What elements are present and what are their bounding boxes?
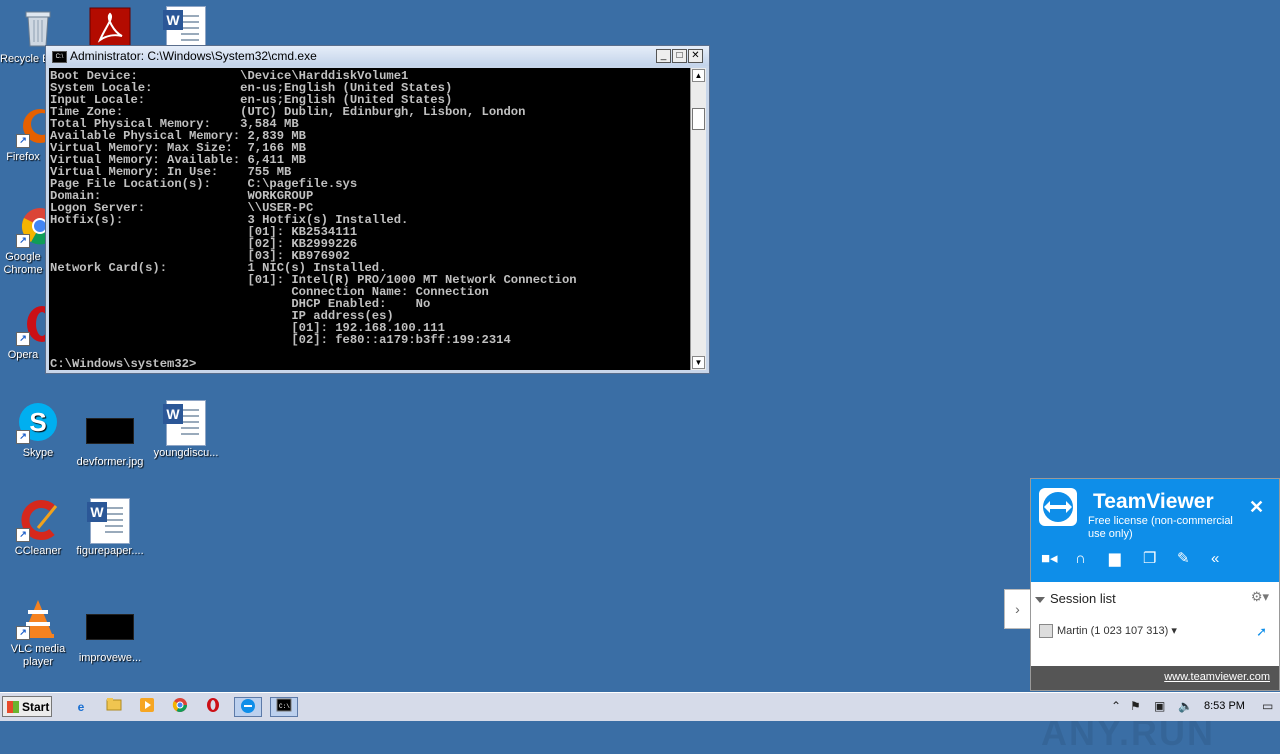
clock[interactable]: 8:53 PM (1204, 700, 1245, 712)
console-text: Boot Device: \Device\HarddiskVolume1 Sys… (50, 69, 577, 370)
recycle-bin-icon (16, 6, 60, 50)
cmd-window[interactable]: C:\ Administrator: C:\Windows\System32\c… (45, 45, 710, 374)
license-text: Free license (non-commercial use only) (1088, 515, 1233, 540)
desktop-icon-ccleaner[interactable]: ↗ CCleaner (0, 498, 76, 558)
cmd-taskbar-icon[interactable]: C:\ (270, 697, 298, 717)
window-title: Administrator: C:\Windows\System32\cmd.e… (70, 49, 317, 63)
chat-icon[interactable]: ▆ (1109, 549, 1143, 567)
console-output-area[interactable]: Boot Device: \Device\HarddiskVolume1 Sys… (49, 68, 690, 370)
desktop-icon-label: VLC media player (10, 643, 66, 668)
network-icon[interactable]: ▣ (1154, 699, 1165, 713)
vertical-scrollbar[interactable]: ▲ ▼ (690, 68, 706, 370)
shortcut-arrow-icon: ↗ (16, 528, 30, 542)
headset-icon[interactable]: ∩ (1075, 550, 1109, 567)
chevron-down-icon (1035, 597, 1045, 603)
files-icon[interactable]: ❐ (1143, 549, 1177, 567)
collapse-icon[interactable]: « (1211, 550, 1245, 567)
desktop-icon-label: youngdiscu... (153, 447, 219, 459)
desktop-icon-youngdiscu[interactable]: W youngdiscu... (148, 400, 224, 460)
teamviewer-logo-icon (1039, 488, 1077, 526)
scroll-up-icon[interactable]: ▲ (692, 69, 705, 82)
media-player-icon[interactable] (136, 697, 158, 717)
session-list: Session list ⚙▾ Martin (1 023 107 313) ▾… (1031, 582, 1279, 753)
action-center-flag-icon[interactable]: ⚑ (1130, 699, 1141, 713)
chevron-right-icon: › (1015, 601, 1020, 617)
shortcut-arrow-icon: ↗ (16, 234, 30, 248)
acrobat-icon (88, 6, 132, 50)
teamviewer-header: TeamViewer Free license (non-commercial … (1031, 479, 1279, 582)
session-list-header[interactable]: Session list (1035, 591, 1116, 606)
show-desktop-icon[interactable]: ▭ (1262, 699, 1273, 713)
desktop-icon-devformer[interactable]: devformer.jpg (72, 408, 148, 469)
maximize-button[interactable]: □ (672, 49, 687, 63)
svg-text:S: S (29, 407, 46, 437)
scrollbar-thumb[interactable] (692, 108, 705, 130)
desktop-icon-skype[interactable]: S ↗ Skype (0, 400, 76, 460)
skype-icon: S ↗ (16, 400, 60, 444)
chrome-taskbar-icon[interactable] (169, 697, 191, 717)
video-icon[interactable]: ■◂ (1041, 549, 1075, 567)
shortcut-arrow-icon: ↗ (16, 134, 30, 148)
start-label: Start (22, 700, 50, 714)
desktop-icon-vlc[interactable]: ↗ VLC media player (0, 596, 76, 669)
session-list-label: Session list (1050, 591, 1116, 606)
tray-expand-icon[interactable]: ⌃ (1111, 699, 1121, 713)
shortcut-arrow-icon: ↗ (16, 626, 30, 640)
desktop-icon-label: Skype (22, 447, 54, 459)
word-document-icon: W (87, 498, 132, 544)
close-icon[interactable]: ✕ (1249, 497, 1264, 518)
cmd-titlebar[interactable]: C:\ Administrator: C:\Windows\System32\c… (46, 46, 709, 66)
word-document-icon: W (163, 400, 208, 446)
desktop-icon-label: figurepaper.... (76, 545, 144, 557)
minimize-button[interactable]: _ (656, 49, 671, 63)
tools-icon[interactable]: ✎ (1177, 549, 1211, 567)
desktop-icon-label: CCleaner (14, 545, 62, 557)
ccleaner-icon: ↗ (16, 498, 60, 542)
desktop-icon-label: Firefox (6, 151, 40, 163)
desktop-icon-label: Opera (7, 349, 39, 361)
avatar (1039, 624, 1053, 639)
teamviewer-link[interactable]: www.teamviewer.com (1164, 671, 1270, 683)
session-name: Martin (1 023 107 313) (1057, 625, 1169, 637)
session-row[interactable]: Martin (1 023 107 313) ▾ (1039, 624, 1177, 639)
desktop-icon-label: Google Chrome (3, 251, 43, 276)
volume-icon[interactable]: 🔈 (1178, 699, 1193, 713)
svg-text:C:\: C:\ (279, 703, 290, 710)
image-thumbnail-icon (86, 614, 134, 640)
file-explorer-icon[interactable] (103, 697, 125, 717)
image-thumbnail-icon (86, 418, 134, 444)
desktop-icon-label: Recycle Bin (0, 53, 50, 65)
teamviewer-footer: www.teamviewer.com (1031, 666, 1279, 690)
desktop-icon-improvewe[interactable]: improvewe... (72, 604, 148, 665)
teamviewer-taskbar-icon[interactable] (234, 697, 262, 717)
taskbar: Start e C:\ ⌃ ⚑ ▣ 🔈 8:53 PM ▭ (0, 692, 1280, 721)
internet-explorer-icon[interactable]: e (70, 697, 92, 717)
opera-taskbar-icon[interactable] (202, 697, 224, 717)
gear-icon[interactable]: ⚙▾ (1251, 589, 1269, 605)
desktop-icon-figurepaper[interactable]: W figurepaper.... (72, 498, 148, 558)
word-document-icon: W (163, 6, 208, 52)
vlc-icon: ↗ (16, 596, 60, 640)
console-icon: C:\ (52, 51, 67, 63)
shortcut-arrow-icon: ↗ (16, 430, 30, 444)
close-button[interactable]: ✕ (688, 49, 703, 63)
teamviewer-brand: TeamViewer (1093, 490, 1214, 513)
desktop-icon-label: improvewe... (78, 652, 142, 664)
shortcut-arrow-icon: ↗ (16, 332, 30, 346)
desktop-icon-label: devformer.jpg (76, 456, 144, 468)
cursor-icon[interactable]: ➚ (1256, 624, 1267, 640)
start-button[interactable]: Start (2, 696, 52, 717)
teamviewer-toolbar: ■◂ ∩ ▆ ❐ ✎ « (1041, 549, 1245, 568)
scroll-down-icon[interactable]: ▼ (692, 356, 705, 369)
windows-logo-icon (7, 701, 19, 713)
teamviewer-panel: TeamViewer Free license (non-commercial … (1030, 478, 1280, 753)
teamviewer-expand-handle[interactable]: › (1004, 589, 1030, 629)
